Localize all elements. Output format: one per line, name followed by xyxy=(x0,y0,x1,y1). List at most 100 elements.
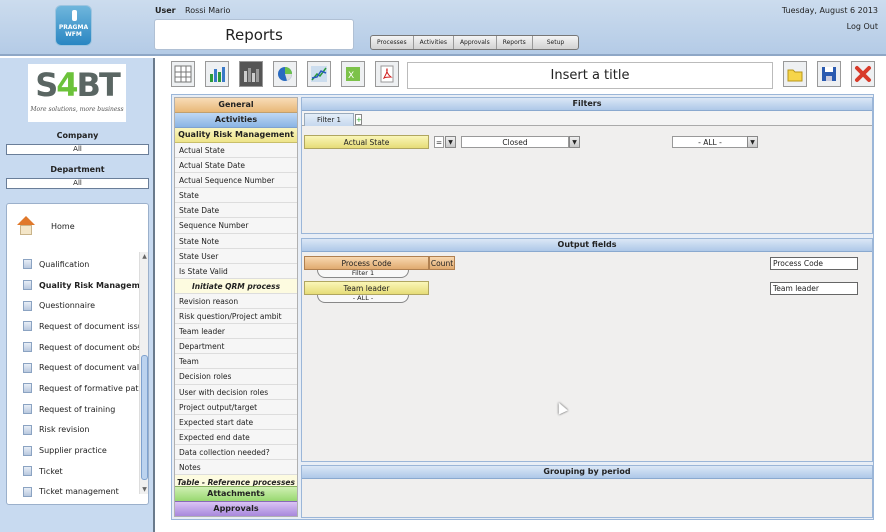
field-list-item[interactable]: Sequence Number xyxy=(175,218,297,234)
scroll-thumb[interactable] xyxy=(141,355,148,480)
stacked-bar-chart-button[interactable] xyxy=(239,61,263,87)
general-section-header[interactable]: General xyxy=(175,98,297,113)
output-field-chip[interactable]: Team leader xyxy=(304,281,429,295)
report-document-icon xyxy=(23,445,32,456)
process-list-item[interactable]: Request of document vali xyxy=(7,357,139,378)
tab-filter-1[interactable]: Filter 1 xyxy=(304,113,354,126)
process-list-item[interactable]: Supplier practice xyxy=(7,440,139,461)
output-sub-tag[interactable]: - ALL - xyxy=(317,295,409,303)
field-list-item[interactable]: Data collection needed? xyxy=(175,444,297,460)
field-list-item[interactable]: User with decision roles xyxy=(175,384,297,400)
field-list-item[interactable]: State Note xyxy=(175,233,297,249)
output-fields-header: Output fields xyxy=(302,239,872,252)
output-sub-tag[interactable]: Filter 1 xyxy=(317,270,409,278)
field-list-item[interactable]: Decision roles xyxy=(175,369,297,385)
field-list-item[interactable]: State xyxy=(175,188,297,204)
process-section-header[interactable]: Quality Risk Management xyxy=(175,128,297,143)
process-menu: Home QualificationQuality Risk Managemen… xyxy=(6,203,149,505)
export-pdf-button[interactable] xyxy=(375,61,399,87)
field-list-item[interactable]: Department xyxy=(175,339,297,355)
output-alias-input[interactable]: Team leader xyxy=(770,282,858,295)
user-label: User xyxy=(155,6,176,15)
field-list-item[interactable]: Expected end date xyxy=(175,429,297,445)
report-document-icon xyxy=(23,300,32,311)
process-list-item[interactable]: Risk revision xyxy=(7,420,139,441)
nav-approvals[interactable]: Approvals xyxy=(454,36,497,49)
approvals-section-header[interactable]: Approvals xyxy=(175,501,297,516)
grouping-pane: Grouping by period xyxy=(301,465,873,518)
report-title-input[interactable]: Insert a title xyxy=(407,62,773,89)
value-dropdown-arrow-icon[interactable]: ▼ xyxy=(569,136,580,148)
field-list-item[interactable]: Team leader xyxy=(175,324,297,340)
field-list-item[interactable]: Project output/target xyxy=(175,399,297,415)
report-document-icon xyxy=(23,466,32,477)
current-date: Tuesday, August 6 2013 xyxy=(781,6,878,15)
output-field-chip[interactable]: Process Code xyxy=(304,256,429,270)
filter-second-select[interactable]: - ALL - xyxy=(672,136,748,148)
report-document-icon xyxy=(23,424,32,435)
field-list-item[interactable]: Expected start date xyxy=(175,414,297,430)
nav-activities[interactable]: Activities xyxy=(414,36,454,49)
svg-text:X: X xyxy=(348,71,354,81)
close-report-button[interactable] xyxy=(851,61,875,87)
save-report-button[interactable] xyxy=(817,61,841,87)
field-list-item[interactable]: Actual State xyxy=(175,143,297,159)
field-list-item[interactable]: Actual Sequence Number xyxy=(175,173,297,189)
operator-dropdown-arrow-icon[interactable]: ▼ xyxy=(445,136,456,148)
fields-panel: General Activities Quality Risk Manageme… xyxy=(174,97,298,517)
filter-value-select[interactable]: Closed xyxy=(461,136,569,148)
process-list-scrollbar[interactable]: ▲ ▼ xyxy=(139,252,148,494)
field-list-item[interactable]: State Date xyxy=(175,203,297,219)
aggregate-chip[interactable]: Count xyxy=(429,256,455,270)
process-list-item[interactable]: Request of document issu xyxy=(7,316,139,337)
report-document-icon xyxy=(23,383,32,394)
activities-section-header[interactable]: Activities xyxy=(175,113,297,128)
report-document-icon xyxy=(23,486,32,497)
field-list-item[interactable]: Revision reason xyxy=(175,293,297,310)
field-list-item[interactable]: Team xyxy=(175,354,297,370)
second-dropdown-arrow-icon[interactable]: ▼ xyxy=(747,136,758,148)
field-list-item[interactable]: Actual State Date xyxy=(175,158,297,174)
line-chart-button[interactable] xyxy=(307,61,331,87)
field-list-item[interactable]: State User xyxy=(175,248,297,264)
logout-link[interactable]: Log Out xyxy=(847,22,878,31)
report-document-icon xyxy=(23,362,32,373)
process-list-item[interactable]: Qualification xyxy=(7,254,139,275)
pie-chart-button[interactable] xyxy=(273,61,297,87)
s4bt-logo: S4BT More solutions, more business xyxy=(28,64,126,122)
scroll-up-icon[interactable]: ▲ xyxy=(140,252,149,261)
table-view-button[interactable] xyxy=(171,61,195,87)
pragma-wfm-logo[interactable]: PRAGMA WFM xyxy=(55,5,92,46)
nav-processes[interactable]: Processes xyxy=(371,36,414,49)
output-alias-input[interactable]: Process Code xyxy=(770,257,858,270)
bar-chart-button[interactable] xyxy=(205,61,229,87)
field-list-item[interactable]: Risk question/Project ambit xyxy=(175,309,297,325)
bar-chart-icon xyxy=(210,67,225,82)
filter-operator-select[interactable]: = xyxy=(434,136,444,148)
user-name: Rossi Mario xyxy=(185,6,231,15)
company-select[interactable]: All xyxy=(6,144,149,155)
process-list-item[interactable]: Quality Risk Managemen xyxy=(7,275,139,296)
add-filter-tab-icon[interactable]: + xyxy=(355,114,362,125)
export-excel-button[interactable]: X xyxy=(341,61,365,87)
line-chart-icon xyxy=(311,66,327,82)
field-list-item[interactable]: Is State Valid xyxy=(175,263,297,279)
field-list-item[interactable]: Notes xyxy=(175,459,297,476)
report-document-icon xyxy=(23,259,32,270)
filter-field-chip[interactable]: Actual State xyxy=(304,135,429,149)
process-list-item[interactable]: Request of training xyxy=(7,399,139,420)
home-link[interactable]: Home xyxy=(15,216,75,236)
process-list-item[interactable]: Request of document obs xyxy=(7,337,139,358)
sidebar: S4BT More solutions, more business Compa… xyxy=(0,58,155,532)
attachments-section-header[interactable]: Attachments xyxy=(175,486,297,501)
process-list-item[interactable]: Request of formative path xyxy=(7,378,139,399)
report-workspace: General Activities Quality Risk Manageme… xyxy=(171,94,874,520)
process-list-item[interactable]: Ticket xyxy=(7,461,139,482)
scroll-down-icon[interactable]: ▼ xyxy=(140,485,149,494)
open-report-button[interactable] xyxy=(783,61,807,87)
nav-reports[interactable]: Reports xyxy=(497,36,533,49)
process-list-item[interactable]: Questionnaire xyxy=(7,295,139,316)
nav-setup[interactable]: Setup xyxy=(533,36,578,49)
department-select[interactable]: All xyxy=(6,178,149,189)
process-list-item[interactable]: Ticket management xyxy=(7,482,139,503)
